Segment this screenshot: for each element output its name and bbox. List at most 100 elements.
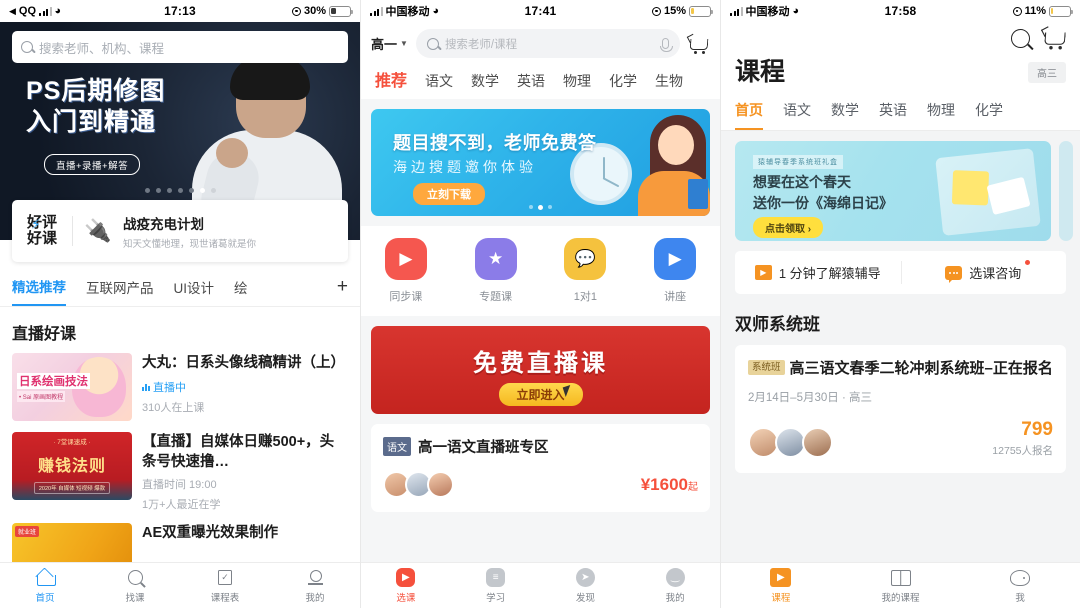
banner-next-peek[interactable] <box>1059 141 1073 241</box>
course-thumbnail: 日系绘画技法 • Sai 原画图教程 <box>12 353 132 421</box>
search-input-1[interactable]: 搜索老师、机构、课程 <box>12 31 348 63</box>
tab-biology[interactable]: 生物 <box>655 71 683 99</box>
search-icon[interactable] <box>1011 28 1030 48</box>
tabbar-item-schedule[interactable]: ✓ 课程表 <box>180 568 270 604</box>
shortcut-consult[interactable]: 选课咨询 <box>900 251 1067 294</box>
course-list-1: 日系绘画技法 • Sai 原画图教程 大丸：日系头像线稿精讲（上） 直播中 31… <box>0 353 360 591</box>
tabbar-item-mine[interactable]: 我的 <box>270 568 360 604</box>
course-card-3[interactable]: 系统班 高三语文春季二轮冲刺系统班–正在报名 2月14日–5月30日 · 高三 7… <box>735 345 1066 473</box>
tab-home[interactable]: 首页 <box>735 100 763 130</box>
bottom-tabbar-1[interactable]: 首页 找课 ✓ 课程表 我的 <box>0 562 360 608</box>
page-title: 课程 <box>735 58 786 86</box>
video-icon: ▶ <box>721 568 841 588</box>
promo-logo: ⚡ 好评 好课 <box>12 215 72 247</box>
grade-badge[interactable]: 高三 <box>1028 62 1066 83</box>
tab-physics[interactable]: 物理 <box>563 71 591 99</box>
tabbar-item-home[interactable]: 首页 <box>0 568 90 604</box>
tabbar-label: 选课 <box>396 592 416 604</box>
search-icon <box>21 41 33 53</box>
quick-entry-one-on-one[interactable]: 💬 1对1 <box>541 238 631 305</box>
price-suffix: 起 <box>688 481 698 493</box>
promo-banner-2[interactable]: 题目搜不到，老师免费答 海边搜题邀你体验 立刻下载 <box>371 109 710 216</box>
microphone-icon[interactable] <box>660 38 673 52</box>
promo-title: 战疫充电计划 <box>123 216 204 232</box>
tab-ui-design[interactable]: UI设计 <box>174 277 215 305</box>
teacher-avatars <box>383 471 454 498</box>
status-right-1: 30% <box>291 5 353 17</box>
course-thumbnail: · 7堂课速成 · 赚钱法则 2020年 自媒体 短视频 爆款 <box>12 432 132 500</box>
tabbar-item-mine[interactable]: ‿ 我的 <box>630 568 720 604</box>
cart-icon[interactable] <box>686 33 710 54</box>
tabbar-item-study[interactable]: ≡ 学习 <box>451 568 541 604</box>
status-bar-1: ◀ QQ ◕ 17:13 30% <box>0 0 360 22</box>
banner-title-2: 题目搜不到，老师免费答 <box>393 133 597 153</box>
banner-download-button[interactable]: 立刻下载 <box>413 183 485 205</box>
battery-icon-2 <box>689 5 713 17</box>
promo-banner-3[interactable]: 猿辅导春季系统班礼盒 想要在这个春天 送你一份《海绵日记》 点击领取 › <box>735 141 1051 241</box>
grade-selector[interactable]: 高一 ▼ <box>371 34 408 53</box>
battery-percent-1: 30% <box>303 5 326 17</box>
home-icon <box>0 568 90 588</box>
hero-pill-1: 直播+录播+解答 <box>44 154 141 175</box>
tab-recommend[interactable]: 推荐 <box>375 67 407 99</box>
banner-subtitle-2: 海边搜题邀你体验 <box>393 159 537 175</box>
bottom-tabbar-2[interactable]: ▶ 选课 ≡ 学习 ➤ 发现 ‿ 我的 <box>361 562 720 608</box>
quick-entry-lecture[interactable]: ▶ 讲座 <box>630 238 720 305</box>
course-card-2[interactable]: 语文 高一语文直播班专区 ¥1600起 <box>371 424 710 512</box>
cart-icon[interactable] <box>1040 26 1067 50</box>
banner-carousel-3[interactable]: 猿辅导春季系统班礼盒 想要在这个春天 送你一份《海绵日记》 点击领取 › <box>721 131 1080 251</box>
free-live-banner[interactable]: 免费直播课 立即进入 <box>371 326 710 414</box>
book-icon <box>841 568 961 588</box>
subject-tabs-2[interactable]: 推荐 语文 数学 英语 物理 化学 生物 <box>361 65 720 99</box>
bolt-icon: ⚡ <box>31 216 41 233</box>
quick-entry-zhuantike[interactable]: ★ 专题课 <box>451 238 541 305</box>
tab-english[interactable]: 英语 <box>517 71 545 99</box>
course-title: 【直播】自媒体日赚500+，头条号快速撸… <box>142 434 335 470</box>
promo-subtitle: 知天文懂地理，现世诸葛就是你 <box>123 238 257 250</box>
category-tabs-1[interactable]: 精选推荐 互联网产品 UI设计 绘 + <box>0 262 360 307</box>
search-input-2[interactable]: 搜索老师/课程 <box>415 29 680 58</box>
tab-jingxuan[interactable]: 精选推荐 <box>12 276 66 306</box>
tab-chinese[interactable]: 语文 <box>783 100 811 130</box>
tabbar-item-my-courses[interactable]: 我的课程 <box>841 568 961 604</box>
avatar <box>427 471 454 498</box>
banner-claim-button[interactable]: 点击领取 › <box>753 217 824 238</box>
tabbar-item-find-course[interactable]: 找课 <box>90 568 180 604</box>
tab-chinese[interactable]: 语文 <box>425 71 453 99</box>
free-live-title: 免费直播课 <box>473 350 608 377</box>
tab-drawing[interactable]: 绘 <box>234 277 250 305</box>
course-date-range: 2月14日–5月30日 · 高三 <box>748 391 872 404</box>
tab-chemistry[interactable]: 化学 <box>975 100 1003 130</box>
tab-math[interactable]: 数学 <box>831 100 859 130</box>
shortcut-intro-video[interactable]: ▶ 1 分钟了解猿辅导 <box>735 251 901 294</box>
shortcuts-3[interactable]: ▶ 1 分钟了解猿辅导 选课咨询 <box>735 251 1066 294</box>
header-icons-3[interactable] <box>721 22 1080 50</box>
subject-tabs-3[interactable]: 首页 语文 数学 英语 物理 化学 <box>721 88 1080 130</box>
tab-internet-product[interactable]: 互联网产品 <box>86 277 154 305</box>
carousel-dots-1[interactable] <box>0 188 360 193</box>
promo-logo-line1: 好评 <box>26 214 57 232</box>
quick-entries-2[interactable]: ▶ 同步课 ★ 专题课 💬 1对1 ▶ 讲座 <box>361 226 720 316</box>
tab-english[interactable]: 英语 <box>879 100 907 130</box>
bottom-tabbar-3[interactable]: ▶ 课程 我的课程 我 <box>721 562 1080 608</box>
tab-chemistry[interactable]: 化学 <box>609 71 637 99</box>
list-item[interactable]: · 7堂课速成 · 赚钱法则 2020年 自媒体 短视频 爆款 【直播】自媒体日… <box>12 432 348 512</box>
lecture-icon: ▶ <box>654 238 697 280</box>
tab-physics[interactable]: 物理 <box>927 100 955 130</box>
tabbar-item-me[interactable]: 我 <box>960 568 1080 604</box>
plus-icon[interactable]: + <box>337 276 348 306</box>
tabbar-item-discover[interactable]: ➤ 发现 <box>541 568 631 604</box>
quick-entry-tongbuke[interactable]: ▶ 同步课 <box>361 238 451 305</box>
tabbar-item-courses[interactable]: ▶ 课程 <box>721 568 841 604</box>
banner-line1-3: 想要在这个春天 <box>753 174 851 190</box>
tabbar-item-select-course[interactable]: ▶ 选课 <box>361 568 451 604</box>
play-icon: ▶ <box>754 265 772 280</box>
list-item[interactable]: 日系绘画技法 • Sai 原画图教程 大丸：日系头像线稿精讲（上） 直播中 31… <box>12 353 348 421</box>
promo-card-1[interactable]: ⚡ 好评 好课 🔌 战疫充电计划 知天文懂地理，现世诸葛就是你 <box>12 200 348 262</box>
hero-title-1: PS后期修图 入门到精通 <box>26 76 165 137</box>
tab-math[interactable]: 数学 <box>471 71 499 99</box>
course-meta: 大丸：日系头像线稿精讲（上） 直播中 310人在上课 <box>142 353 345 421</box>
promo-text: 战疫充电计划 知天文懂地理，现世诸葛就是你 <box>123 213 256 250</box>
carousel-dots-2[interactable] <box>371 205 710 210</box>
list-icon: ≡ <box>451 568 541 588</box>
